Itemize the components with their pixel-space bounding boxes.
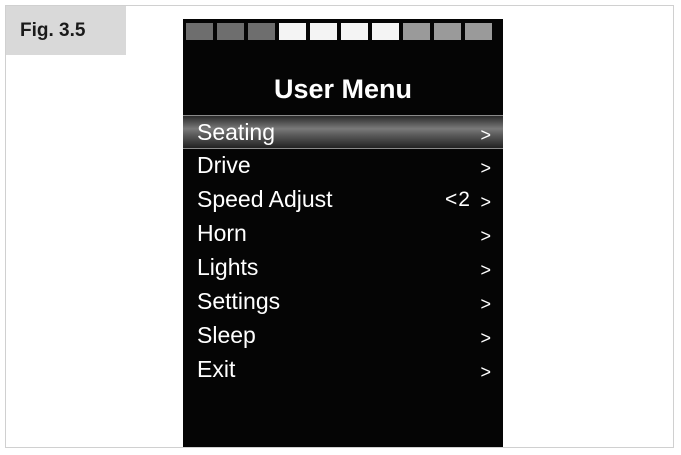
menu-item-label: Speed Adjust [197, 186, 333, 212]
menu-title: User Menu [273, 74, 413, 104]
menu-item-seating[interactable]: Seating > [183, 115, 503, 149]
menu-item-label: Sleep [197, 322, 256, 348]
menu-item-label: Horn [197, 220, 247, 246]
menu-item-horn[interactable]: Horn > [183, 217, 503, 251]
chevron-right-icon: > [480, 125, 491, 145]
speed-value: <2 [445, 188, 471, 211]
menu-item-label: Drive [197, 152, 251, 178]
battery-segment [434, 23, 461, 40]
menu-item-lights[interactable]: Lights > [183, 251, 503, 285]
chevron-right-icon: > [480, 192, 491, 212]
menu-item-settings[interactable]: Settings > [183, 285, 503, 319]
chevron-right-icon: > [480, 226, 491, 246]
battery-segment [310, 23, 337, 40]
menu-item-label: Exit [197, 356, 236, 382]
battery-segment [186, 23, 213, 40]
chevron-right-icon: > [480, 362, 491, 382]
battery-segment [403, 23, 430, 40]
menu-item-label: Seating [197, 119, 276, 145]
chevron-right-icon: > [480, 158, 491, 178]
figure-frame: Fig. 3.5 User Menu Seating > Drive > Spe… [5, 5, 674, 448]
menu-item-label: Lights [197, 254, 259, 280]
battery-segment [279, 23, 306, 40]
battery-segment [372, 23, 399, 40]
chevron-right-icon: > [480, 294, 491, 314]
figure-label: Fig. 3.5 [6, 6, 126, 55]
menu-item-exit[interactable]: Exit > [183, 353, 503, 387]
menu-item-speed-adjust[interactable]: Speed Adjust <2 > [183, 183, 503, 217]
battery-segment [341, 23, 368, 40]
chevron-right-icon: > [480, 260, 491, 280]
battery-segment [248, 23, 275, 40]
device-screen: User Menu Seating > Drive > Speed Adjust… [183, 19, 503, 447]
menu-item-sleep[interactable]: Sleep > [183, 319, 503, 353]
battery-segment [217, 23, 244, 40]
chevron-right-icon: > [480, 328, 491, 348]
menu-item-drive[interactable]: Drive > [183, 149, 503, 183]
battery-indicator [186, 23, 492, 40]
menu-item-label: Settings [197, 288, 281, 314]
menu-list: Seating > Drive > Speed Adjust <2 > Horn… [183, 115, 503, 387]
battery-segment [465, 23, 492, 40]
